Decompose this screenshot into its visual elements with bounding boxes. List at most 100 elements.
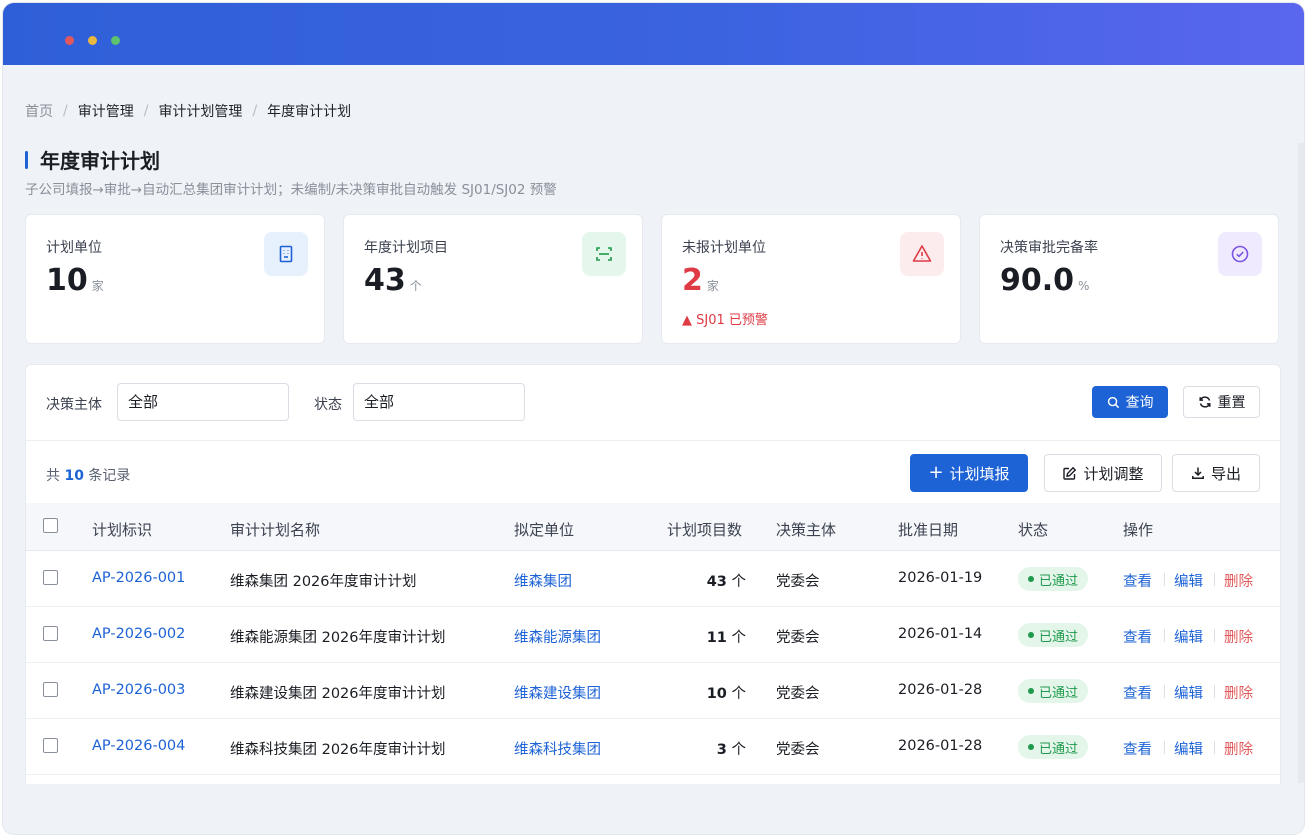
breadcrumb-audit-management[interactable]: 审计管理 (78, 101, 134, 121)
status-text: 已通过 (1039, 629, 1079, 645)
stat-unit: 家 (706, 279, 719, 293)
plan-submit-label: 计划填报 (949, 464, 1010, 483)
filter-label-status: 状态 (314, 397, 342, 413)
building-icon (264, 232, 308, 276)
stat-label: 决策审批完备率 (1000, 240, 1098, 256)
unit-link[interactable]: 维森能源集团 (514, 626, 601, 647)
window-titlebar (3, 3, 1304, 65)
view-link[interactable]: 查看 (1123, 570, 1152, 591)
th-plan-name[interactable]: 审计计划名称 (230, 519, 320, 540)
plan-id-link[interactable]: AP-2026-001 (92, 570, 185, 586)
plan-id-link[interactable]: AP-2026-003 (92, 682, 185, 698)
op-separator (1164, 741, 1165, 754)
view-link[interactable]: 查看 (1123, 738, 1152, 759)
op-separator (1164, 685, 1165, 698)
minimize-window-dot[interactable] (88, 36, 97, 45)
edit-icon (1063, 466, 1077, 480)
project-count-unit: 个 (731, 686, 747, 702)
plan-id-link[interactable]: AP-2026-004 (92, 738, 185, 754)
view-link[interactable]: 查看 (1123, 626, 1152, 647)
scan-icon (582, 232, 626, 276)
row-checkbox[interactable] (43, 738, 58, 753)
status-select[interactable]: 全部 (353, 383, 525, 421)
stat-card-approval-rate: 决策审批完备率 90.0 % (979, 214, 1279, 344)
approval-date: 2026-01-14 (898, 626, 983, 642)
th-approval-date[interactable]: 批准日期 (898, 519, 958, 540)
approval-date: 2026-01-19 (898, 570, 983, 586)
delete-link[interactable]: 删除 (1224, 570, 1253, 591)
reset-button-label: 重置 (1217, 395, 1246, 411)
project-count: 11 个 (666, 626, 746, 647)
view-link[interactable]: 查看 (1123, 682, 1152, 703)
project-count: 43 个 (666, 570, 746, 591)
stat-unit: 个 (409, 279, 422, 293)
unit-link[interactable]: 维森建设集团 (514, 682, 601, 703)
th-plan-id[interactable]: 计划标识 (92, 519, 152, 540)
breadcrumb-plan-management[interactable]: 审计计划管理 (158, 101, 242, 121)
search-icon (1107, 396, 1119, 408)
unit-link[interactable]: 维森集团 (514, 570, 572, 591)
breadcrumb-home[interactable]: 首页 (25, 101, 53, 121)
table-row: AP-2026-002 维森能源集团 2026年度审计计划 维森能源集团 11 … (26, 607, 1280, 663)
approval-date: 2026-01-28 (898, 738, 983, 754)
delete-link[interactable]: 删除 (1224, 682, 1253, 703)
delete-link[interactable]: 删除 (1224, 738, 1253, 759)
th-status[interactable]: 状态 (1018, 519, 1048, 540)
th-unit[interactable]: 拟定单位 (514, 519, 574, 540)
stat-value: 43 (364, 263, 406, 298)
project-count-value: 10 (706, 686, 727, 702)
refresh-icon (1198, 396, 1211, 408)
project-count-value: 3 (716, 742, 727, 758)
app-window: 首页 / 审计管理 / 审计计划管理 / 年度审计计划 年度审计计划 子公司填报… (2, 2, 1305, 835)
select-all-checkbox[interactable] (43, 518, 58, 533)
row-checkbox[interactable] (43, 626, 58, 641)
row-checkbox[interactable] (43, 570, 58, 585)
th-decision[interactable]: 决策主体 (776, 519, 836, 540)
reset-button[interactable]: 重置 (1183, 386, 1260, 418)
edit-link[interactable]: 编辑 (1174, 738, 1203, 759)
page-scrollbar[interactable] (1298, 143, 1304, 783)
status-text: 已通过 (1039, 685, 1079, 701)
table-row: AP-2026-003 维森建设集团 2026年度审计计划 维森建设集团 10 … (26, 663, 1280, 719)
plan-adjust-button[interactable]: 计划调整 (1044, 454, 1162, 492)
stat-label: 年度计划项目 (364, 240, 448, 256)
download-icon (1192, 467, 1204, 479)
edit-link[interactable]: 编辑 (1174, 682, 1203, 703)
op-separator (1214, 741, 1215, 754)
close-window-dot[interactable] (65, 36, 74, 45)
delete-link[interactable]: 删除 (1224, 626, 1253, 647)
stat-unit: 家 (91, 279, 104, 293)
stat-value-row: 43 个 (364, 263, 422, 298)
export-button-label: 导出 (1210, 464, 1241, 483)
status-text: 已通过 (1039, 573, 1079, 589)
query-button-label: 查询 (1125, 395, 1154, 411)
table-row: AP-2026-001 维森集团 2026年度审计计划 维森集团 43 个 党委… (26, 551, 1280, 607)
decision-body: 党委会 (776, 742, 820, 758)
stat-unit: % (1078, 279, 1090, 293)
edit-link[interactable]: 编辑 (1174, 626, 1203, 647)
unit-link[interactable]: 维森科技集团 (514, 738, 601, 759)
op-separator (1164, 573, 1165, 586)
th-project-count[interactable]: 计划项目数 (667, 519, 742, 540)
stat-value: 2 (682, 263, 703, 298)
th-actions: 操作 (1123, 521, 1154, 539)
bottom-area (3, 784, 1304, 834)
decision-body: 党委会 (776, 630, 820, 646)
export-button[interactable]: 导出 (1172, 454, 1260, 492)
decision-body: 党委会 (776, 574, 820, 590)
plan-name: 维森建设集团 2026年度审计计划 (230, 686, 446, 702)
status-badge: 已通过 (1018, 623, 1089, 647)
edit-link[interactable]: 编辑 (1174, 570, 1203, 591)
status-badge: 已通过 (1018, 679, 1089, 703)
plan-name: 维森能源集团 2026年度审计计划 (230, 630, 446, 646)
decision-select[interactable]: 全部 (117, 383, 289, 421)
row-checkbox[interactable] (43, 682, 58, 697)
maximize-window-dot[interactable] (111, 36, 120, 45)
plan-id-link[interactable]: AP-2026-002 (92, 626, 185, 642)
stat-value: 90.0 (1000, 263, 1075, 298)
plan-submit-button[interactable]: + 计划填报 (910, 454, 1028, 492)
query-button[interactable]: 查询 (1092, 386, 1168, 418)
project-count: 10 个 (666, 682, 746, 703)
check-circle-icon (1218, 232, 1262, 276)
table-header: 计划标识 审计计划名称 拟定单位 计划项目数 决策主体 批准日期 状态 操作 (26, 503, 1280, 551)
